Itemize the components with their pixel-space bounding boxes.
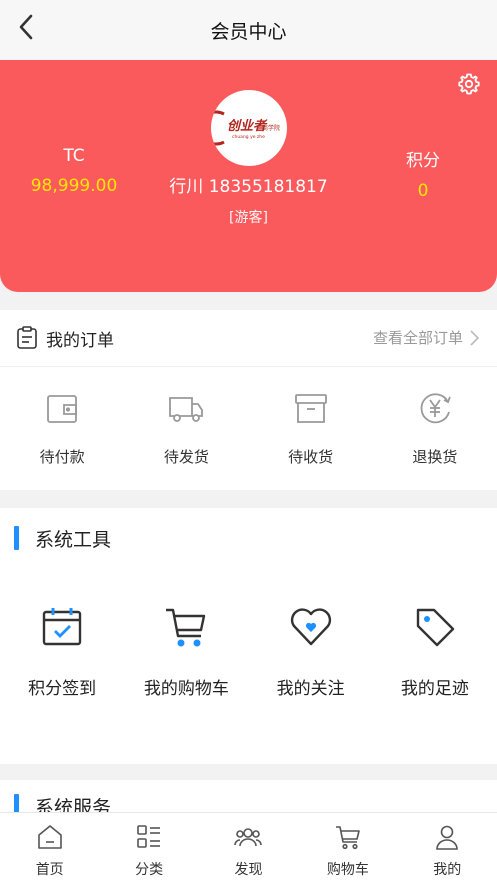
back-button[interactable] [10, 10, 44, 44]
chevron-right-icon [470, 329, 480, 346]
truck-icon [169, 397, 204, 422]
yen-refresh-icon [420, 393, 451, 424]
settings-gear-icon[interactable] [457, 72, 481, 96]
view-all-orders-link[interactable]: 查看全部订单 [373, 327, 481, 348]
order-item-label: 待收货 [288, 448, 334, 466]
tool-item-label: 我的足迹 [400, 679, 469, 699]
clipboard-icon [17, 326, 37, 349]
home-icon [37, 825, 62, 849]
tab-label: 发现 [234, 862, 263, 878]
logo-pinyin: chuang ye zhe [232, 134, 265, 140]
order-item-label: 待付款 [39, 448, 85, 466]
avatar[interactable]: 创业者 商学院 chuang ye zhe [211, 90, 287, 166]
tool-item-label: 我的关注 [276, 679, 345, 699]
cart-icon [335, 826, 360, 850]
tool-item-label: 我的购物车 [143, 679, 229, 699]
back-arrow-icon [19, 14, 33, 40]
profile-header: TC 98,999.00 创业者 商学院 chuang ye zhe 行川 18… [0, 60, 497, 292]
cart-icon [166, 608, 206, 647]
tool-my-follows[interactable]: 我的关注 [249, 604, 373, 724]
orders-section: 我的订单 查看全部订单 待付款 待发货 待收货 退换货 [0, 310, 497, 490]
points-value: 0 [417, 181, 429, 201]
section-accent-bar [14, 526, 19, 550]
box-icon [294, 394, 327, 423]
points-label: 积分 [406, 151, 440, 171]
wallet-icon [47, 395, 78, 423]
tool-my-cart[interactable]: 我的购物车 [124, 604, 248, 724]
user-icon [436, 825, 459, 850]
user-role: [游客] [229, 210, 268, 226]
order-status-row: 待付款 待发货 待收货 退换货 [0, 380, 497, 480]
member-center-page: 会员中心 TC 98,999.00 创业者 商学院 chuang ye zhe … [0, 0, 497, 883]
tools-header: 系统工具 [14, 524, 111, 552]
category-icon [137, 825, 161, 848]
tool-check-in[interactable]: 积分签到 [0, 604, 124, 724]
tab-home[interactable]: 首页 [0, 813, 99, 883]
tab-label: 购物车 [326, 862, 369, 878]
orders-title: 我的订单 [46, 331, 114, 351]
order-pending-receipt[interactable]: 待收货 [249, 380, 373, 480]
order-item-label: 待发货 [163, 448, 209, 466]
logo-sub: 商学院 [262, 124, 280, 132]
bottom-tab-bar: 首页 分类 发现 购物车 我的 [0, 812, 497, 883]
tab-label: 分类 [135, 862, 164, 878]
tools-title: 系统工具 [35, 528, 112, 551]
tab-discover[interactable]: 发现 [199, 813, 298, 883]
divider [0, 366, 497, 367]
tab-cart[interactable]: 购物车 [298, 813, 397, 883]
discover-icon [234, 828, 263, 847]
heart-icon [290, 608, 331, 646]
tool-item-label: 积分签到 [28, 679, 97, 699]
calendar-check-icon [42, 608, 82, 646]
points-stat[interactable]: 积分 0 [343, 146, 497, 201]
tab-category[interactable]: 分类 [99, 813, 198, 883]
tab-mine[interactable]: 我的 [398, 813, 497, 883]
tc-label: TC [63, 146, 85, 166]
order-returns[interactable]: 退换货 [373, 380, 497, 480]
tools-row: 积分签到 我的购物车 我的关注 我的足迹 [0, 604, 497, 724]
order-item-label: 退换货 [412, 448, 458, 466]
tag-icon [416, 608, 455, 647]
page-title: 会员中心 [210, 20, 287, 43]
tool-my-footprints[interactable]: 我的足迹 [373, 604, 497, 724]
brand-logo: 创业者 商学院 chuang ye zhe [214, 110, 280, 146]
order-pending-payment[interactable]: 待付款 [0, 380, 124, 480]
order-pending-shipment[interactable]: 待发货 [124, 380, 248, 480]
tab-label: 我的 [433, 862, 462, 878]
top-navbar: 会员中心 [0, 0, 497, 60]
view-all-label: 查看全部订单 [372, 329, 463, 347]
tools-section: 系统工具 积分签到 我的购物车 我的关注 我的足迹 [0, 508, 497, 764]
tab-label: 首页 [35, 862, 64, 878]
